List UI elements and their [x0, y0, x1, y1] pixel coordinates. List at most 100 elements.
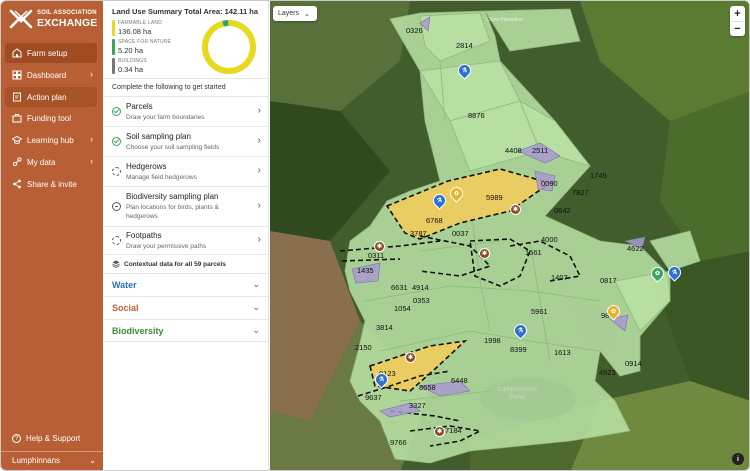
tasks-heading: Complete the following to get started — [112, 84, 226, 91]
farm-switcher[interactable]: Lumphinnans ⌄ — [1, 456, 103, 465]
parcel-id-label: 3814 — [376, 323, 393, 332]
stat-value: 136.08 ha — [118, 27, 152, 36]
check-circle-icon — [112, 107, 121, 116]
sidebar-item-dashboard[interactable]: Dashboard › — [5, 65, 97, 85]
parcel-id-label: 0817 — [600, 276, 617, 285]
parcel-id-label: 3327 — [409, 401, 426, 410]
parcel-id-label: 6448 — [451, 376, 468, 385]
check-circle-icon — [112, 137, 121, 146]
sidebar-divider — [1, 451, 103, 452]
hedgerow-survey-marker[interactable]: ✱ — [479, 248, 490, 259]
stat-label: FARMABLE LAND — [118, 20, 163, 26]
hedgerow-survey-marker[interactable]: ✱ — [405, 352, 416, 363]
sidebar-item-my-data[interactable]: My data › — [5, 152, 97, 172]
farm-name: Lumphinnans — [12, 456, 61, 465]
brand-line-1: SOIL ASSOCIATION — [37, 10, 97, 16]
parcel-id-label: 4622 — [627, 244, 644, 253]
parcel-id-label: 0914 — [625, 359, 642, 368]
task-biodiversity-sampling-plan[interactable]: Biodiversity sampling plan Plan location… — [103, 187, 269, 227]
section-water[interactable]: Water ⌄ — [103, 273, 269, 296]
action-plan-icon — [12, 92, 22, 102]
task-hedgerows[interactable]: Hedgerows Manage field hedgerows › — [103, 157, 269, 187]
section-social[interactable]: Social ⌄ — [103, 296, 269, 319]
task-title: Biodiversity sampling plan — [126, 192, 219, 201]
sidebar-item-share-invite[interactable]: Share & invite — [5, 174, 97, 194]
parcel-id-label: 2814 — [456, 41, 473, 50]
task-subtitle: Draw your farm boundaries — [126, 114, 205, 121]
parcel-id-label: 4914 — [412, 283, 429, 292]
task-title: Soil sampling plan — [126, 132, 191, 141]
chevron-right-icon: › — [90, 134, 93, 144]
sidebar-item-label: Share & invite — [27, 179, 77, 189]
parcel-id-label: 3787 — [410, 229, 427, 238]
zoom-in-button[interactable]: + — [730, 6, 745, 21]
parcel-id-label: 1613 — [554, 348, 571, 357]
parcel-id-label: 0090 — [541, 179, 558, 188]
parcel-id-label: 6631 — [391, 283, 408, 292]
parcel-id-label: 4923 — [599, 368, 616, 377]
sidebar-item-action-plan[interactable]: Action plan — [5, 87, 97, 107]
parcel-id-label: 7827 — [572, 188, 589, 197]
layers-label: Layers — [278, 10, 300, 17]
farm-setup-panel: Land Use Summary Total Area: 142.11 ha F… — [103, 1, 269, 470]
stat-bar — [112, 58, 115, 74]
stat-farmable-land: FARMABLE LAND 136.08 ha — [112, 20, 162, 36]
task-title: Footpaths — [126, 231, 162, 240]
stat-bar — [112, 39, 115, 55]
parcel-id-label: 1407 — [551, 273, 568, 282]
help-support-link[interactable]: ? Help & Support — [1, 434, 103, 443]
task-title: Hedgerows — [126, 162, 167, 171]
chevron-right-icon: › — [257, 200, 261, 211]
sidebar-item-label: Dashboard — [27, 70, 67, 80]
parcel-id-label: 0311 — [368, 251, 385, 260]
task-subtitle: Draw your permissive paths — [126, 243, 207, 250]
section-biodiversity[interactable]: Biodiversity ⌄ — [103, 319, 269, 342]
hedgerow-survey-marker[interactable]: ✱ — [510, 204, 521, 215]
sidebar-item-funding-tool[interactable]: Funding tool — [5, 108, 97, 128]
parcel-id-label: 0326 — [406, 26, 423, 35]
chevron-down-icon: ⌄ — [252, 302, 260, 312]
parcel-id-label: 8658 — [419, 383, 436, 392]
parcel-id-label: 1435 — [357, 266, 374, 275]
sidebar-item-label: My data — [27, 157, 56, 167]
map-info-button[interactable]: i — [732, 453, 744, 465]
parcel-id-label: 0037 — [452, 229, 469, 238]
sidebar-item-learning-hub[interactable]: Learning hub › — [5, 130, 97, 150]
flask-icon: ⚗ — [436, 198, 443, 204]
task-soil-sampling-plan[interactable]: Soil sampling plan Choose your soil samp… — [103, 127, 269, 157]
sidebar-item-label: Farm setup — [27, 48, 68, 58]
chevron-right-icon: › — [257, 105, 261, 116]
section-title: Water — [112, 280, 137, 290]
donut-farmable-segment — [202, 20, 256, 74]
brand-logo[interactable]: SOIL ASSOCIATION EXCHANGE — [9, 7, 101, 35]
parcel-id-label: 4000 — [541, 235, 558, 244]
parcel-id-label: 9637 — [365, 393, 382, 402]
zoom-out-button[interactable]: − — [730, 21, 745, 36]
parcel-id-label: 9766 — [390, 438, 407, 447]
parcel-id-label: 4408 — [505, 146, 522, 155]
sidebar-item-farm-setup[interactable]: Farm setup — [5, 43, 97, 63]
parcel-id-label: 1054 — [394, 304, 411, 313]
help-icon: ? — [12, 434, 21, 443]
chevron-right-icon: › — [257, 135, 261, 146]
layers-dropdown[interactable]: Layers ⌄ — [273, 6, 317, 21]
leaf-icon: ✿ — [610, 309, 617, 315]
place-label-lumphinnans-pond: Lumphinnans Pond — [498, 386, 538, 401]
hedgerow-survey-marker[interactable]: ✱ — [374, 241, 385, 252]
divider — [103, 78, 269, 79]
hedgerow-survey-marker[interactable]: ✱ — [434, 426, 445, 437]
parcel-id-label: 2511 — [532, 146, 549, 155]
task-footpaths[interactable]: Footpaths Draw your permissive paths › — [103, 227, 269, 255]
parcel-id-label: 1745 — [590, 171, 607, 180]
brand-line-2: EXCHANGE — [37, 17, 98, 29]
task-title: Parcels — [126, 102, 153, 111]
task-subtitle: Manage field hedgerows — [126, 174, 197, 181]
flask-icon: ⚗ — [461, 68, 468, 74]
app-window: SOIL ASSOCIATION EXCHANGE Farm setup Das… — [0, 0, 750, 471]
farm-map[interactable]: Clune Plantation Lumphinnans Pond 0326 28… — [270, 1, 749, 470]
land-use-summary-title: Land Use Summary — [112, 7, 183, 16]
chevron-down-icon: ⌄ — [304, 10, 310, 18]
task-parcels[interactable]: Parcels Draw your farm boundaries › — [103, 97, 269, 127]
flask-icon: ⚗ — [378, 377, 385, 383]
funding-icon — [12, 113, 22, 123]
